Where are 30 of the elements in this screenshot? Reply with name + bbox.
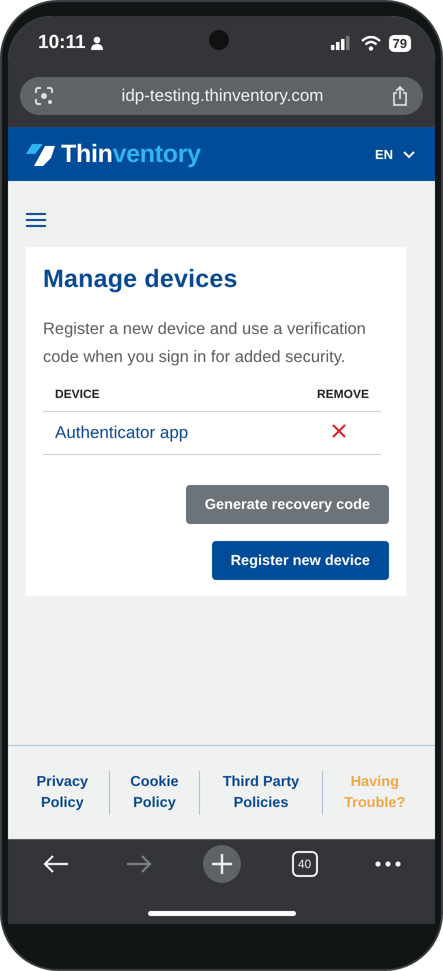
caret-icon: [403, 150, 415, 158]
person-icon: [90, 36, 104, 50]
column-header: DEVICE: [43, 387, 297, 412]
back-arrow-icon[interactable]: [42, 854, 68, 874]
language-selector[interactable]: EN: [374, 147, 415, 162]
footer-link[interactable]: Privacy Policy: [16, 772, 109, 814]
footer-link[interactable]: Third Party Policies: [200, 772, 322, 814]
lens-icon[interactable]: [34, 86, 54, 106]
share-icon[interactable]: [391, 85, 409, 107]
register-button[interactable]: Register new device: [212, 541, 389, 580]
device-name: Authenticator app: [43, 412, 297, 454]
footer-link[interactable]: Cookie Policy: [109, 772, 200, 814]
page-title: Manage devices: [43, 265, 239, 294]
signal-icon: [330, 36, 351, 50]
address-bar[interactable]: idp-testing.thinventory.com: [20, 77, 423, 115]
logo-icon: [26, 144, 55, 166]
clock-time: 10:11: [38, 32, 86, 54]
battery-level: 79: [388, 34, 411, 52]
wifi-icon: [360, 36, 381, 50]
remove-icon[interactable]: [332, 424, 346, 438]
column-header: REMOVE: [297, 387, 381, 412]
more-icon[interactable]: [374, 861, 400, 867]
camera-icon: [209, 30, 229, 50]
brand-name: Thinventory: [61, 140, 201, 169]
new-tab-icon[interactable]: [202, 845, 240, 883]
url-text: idp-testing.thinventory.com: [120, 86, 324, 106]
tab-count[interactable]: 40: [292, 851, 318, 877]
menu-icon[interactable]: [26, 213, 46, 227]
recovery-code-button[interactable]: Generate recovery code: [186, 485, 389, 524]
description-text: Register a new device and use a verification code when you sign in for added security.: [43, 319, 367, 368]
